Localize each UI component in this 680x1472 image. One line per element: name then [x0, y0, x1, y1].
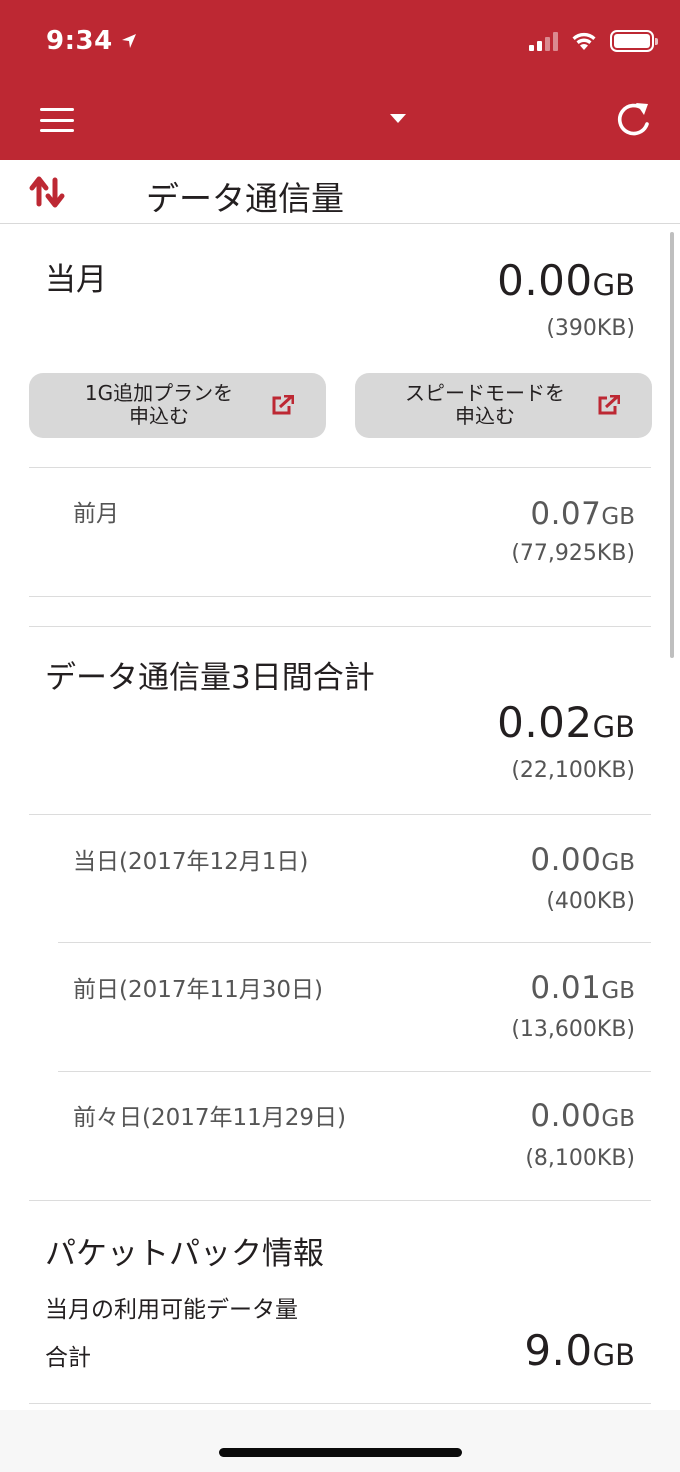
speed-mode-label-line2: 申込む — [455, 404, 515, 428]
day-row-value: 0.01GB — [530, 970, 635, 1006]
day-row-value: 0.00GB — [530, 1098, 635, 1134]
day-row-kb: (8,100KB) — [525, 1146, 635, 1171]
three-day-total-value: 0.02GB — [497, 698, 635, 747]
day-row-unit: GB — [601, 1106, 635, 1132]
packet-pack-total-unit: GB — [592, 1338, 635, 1372]
hamburger-icon[interactable] — [40, 108, 74, 132]
day-row-gb: 0.01 — [530, 970, 602, 1006]
external-link-icon — [598, 395, 620, 415]
previous-month-label: 前月 — [73, 501, 119, 527]
previous-month-gb: 0.07 — [530, 496, 602, 532]
previous-month-unit: GB — [601, 504, 635, 530]
packet-pack-subtitle: 当月の利用可能データ量 — [45, 1297, 298, 1323]
divider — [29, 1403, 651, 1404]
day-row-unit: GB — [601, 850, 635, 876]
home-indicator-area — [0, 1410, 680, 1472]
app-header: 9:34 — [0, 0, 680, 160]
previous-month-value: 0.07GB — [530, 496, 635, 532]
location-arrow-icon — [121, 34, 136, 48]
refresh-icon[interactable] — [614, 100, 654, 140]
previous-month-kb: (77,925KB) — [511, 541, 635, 566]
packet-pack-title: パケットパック情報 — [45, 1236, 324, 1272]
add-1g-plan-label-line1: 1G追加プランを — [84, 381, 234, 405]
speed-mode-button[interactable]: スピードモードを 申込む — [355, 373, 652, 438]
packet-pack-total-label: 合計 — [45, 1345, 91, 1371]
add-1g-plan-label: 1G追加プランを 申込む — [29, 382, 289, 428]
current-month-gb: 0.00 — [497, 256, 593, 305]
divider — [29, 1200, 651, 1201]
divider — [29, 596, 651, 597]
status-time: 9:34 — [46, 26, 137, 56]
main-content: 当月 0.00GB (390KB) 1G追加プランを 申込む スピードモードを … — [0, 224, 680, 1410]
day-row-label: 前日(2017年11月30日) — [73, 977, 324, 1003]
day-row-gb: 0.00 — [530, 842, 602, 878]
day-row-kb: (13,600KB) — [511, 1017, 635, 1042]
screen: 9:34 データ通信量 当月 0.00GB (390KB) 1G追加プランを 申… — [0, 0, 680, 1472]
caret-down-icon[interactable] — [390, 114, 406, 123]
wifi-icon — [572, 32, 596, 50]
three-day-total-gb: 0.02 — [497, 698, 593, 747]
status-time-text: 9:34 — [46, 26, 113, 56]
day-row-unit: GB — [601, 978, 635, 1004]
divider — [29, 467, 651, 468]
divider — [58, 942, 651, 943]
battery-icon — [610, 30, 658, 52]
current-month-value: 0.00GB — [497, 256, 635, 305]
current-month-kb: (390KB) — [546, 316, 635, 341]
cellular-signal-icon — [529, 31, 558, 51]
current-month-unit: GB — [592, 268, 635, 302]
external-link-icon — [272, 395, 294, 415]
page-title: データ通信量 — [146, 179, 344, 218]
day-row-label: 当日(2017年12月1日) — [73, 849, 309, 875]
three-day-total-label: データ通信量3日間合計 — [45, 660, 375, 696]
status-icons — [529, 30, 658, 52]
day-row-label: 前々日(2017年11月29日) — [73, 1105, 347, 1131]
packet-pack-total-gb: 9.0 — [524, 1326, 593, 1375]
day-row-value: 0.00GB — [530, 842, 635, 878]
home-indicator[interactable] — [219, 1448, 462, 1457]
speed-mode-label-line1: スピードモードを — [405, 381, 565, 405]
add-1g-plan-label-line2: 申込む — [129, 404, 189, 428]
divider — [29, 626, 651, 627]
three-day-total-unit: GB — [592, 710, 635, 744]
speed-mode-label: スピードモードを 申込む — [355, 382, 615, 428]
data-transfer-icon — [29, 176, 65, 208]
divider — [58, 1071, 651, 1072]
three-day-total-kb: (22,100KB) — [511, 758, 635, 783]
day-row-kb: (400KB) — [546, 889, 635, 914]
scrollbar[interactable] — [670, 232, 674, 658]
day-row-gb: 0.00 — [530, 1098, 602, 1134]
divider — [29, 814, 651, 815]
section-titlebar: データ通信量 — [0, 160, 680, 224]
packet-pack-total-value: 9.0GB — [524, 1326, 635, 1375]
add-1g-plan-button[interactable]: 1G追加プランを 申込む — [29, 373, 326, 438]
current-month-label: 当月 — [45, 262, 107, 298]
